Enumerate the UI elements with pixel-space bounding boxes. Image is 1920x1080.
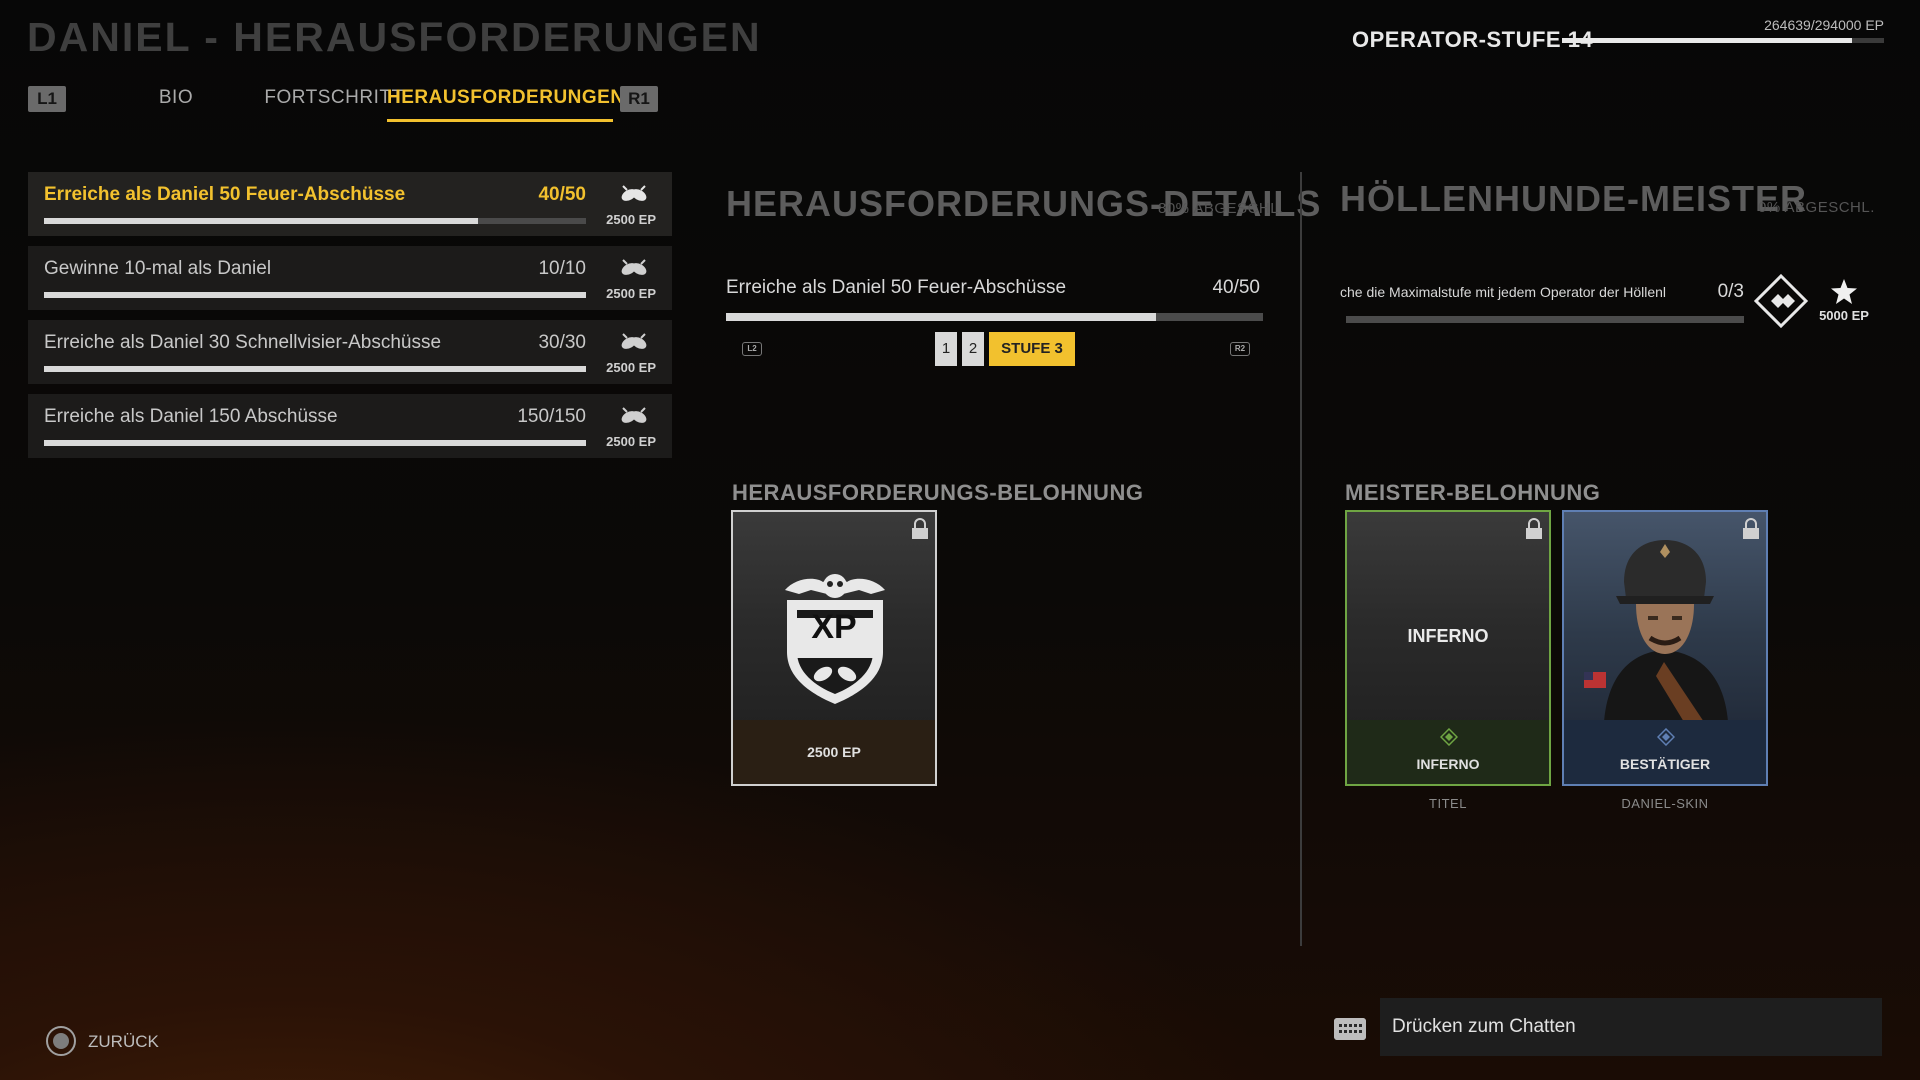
inferno-title-text: INFERNO bbox=[1407, 626, 1489, 646]
challenge-label: Erreiche als Daniel 30 Schnellvisier-Abs… bbox=[44, 332, 442, 353]
r2-button-hint[interactable]: R2 bbox=[1230, 342, 1250, 356]
skin-reward-type: DANIEL-SKIN bbox=[1621, 796, 1709, 811]
inferno-reward-type: TITEL bbox=[1429, 796, 1467, 811]
operator-level-label: OPERATOR-STUFE 14 bbox=[1352, 27, 1594, 52]
page-title: DANIEL - HERAUSFORDERUNGEN bbox=[27, 14, 762, 60]
challenge-label: Erreiche als Daniel 50 Feuer-Abschüsse bbox=[44, 184, 406, 205]
bombs-icon bbox=[621, 259, 647, 275]
master-challenge-label: che die Maximalstufe mit jedem Operator … bbox=[1340, 284, 1667, 300]
bombs-icon bbox=[621, 333, 647, 349]
bombs-icon bbox=[621, 185, 647, 201]
challenge-reward-xp: 2500 EP bbox=[606, 286, 656, 301]
challenge-count: 150/150 bbox=[517, 406, 586, 427]
details-progress-bar bbox=[726, 313, 1263, 321]
daniel-skin-card[interactable]: BESTÄTIGER bbox=[1562, 510, 1768, 786]
lock-icon bbox=[1526, 518, 1542, 539]
master-completion: 0% ABGESCHL. bbox=[1758, 199, 1875, 216]
challenge-progress-bar bbox=[44, 292, 586, 298]
operator-progress-bar bbox=[1562, 38, 1884, 43]
details-progress-fill bbox=[726, 313, 1156, 321]
master-reward-xp: 5000 EP bbox=[1819, 308, 1869, 323]
l2-button-hint[interactable]: L2 bbox=[742, 342, 762, 356]
challenge-reward-xp: 2500 EP bbox=[606, 212, 656, 227]
inferno-card-footer: INFERNO bbox=[1347, 720, 1549, 784]
challenge-count: 30/30 bbox=[538, 332, 586, 353]
xp-emblem-text: XP bbox=[811, 608, 857, 646]
skin-card-footer: BESTÄTIGER bbox=[1564, 720, 1766, 784]
challenge-label: Erreiche als Daniel 150 Abschüsse bbox=[44, 406, 338, 427]
circle-button-icon bbox=[46, 1026, 76, 1056]
challenge-progress-fill bbox=[44, 440, 586, 446]
tier-2-button[interactable]: 2 bbox=[962, 332, 984, 366]
r1-button-hint[interactable]: R1 bbox=[620, 86, 658, 112]
bombs-icon bbox=[621, 407, 647, 423]
tab-bar: L1 BIO FORTSCHRITT HERAUSFORDERUNGEN R1 bbox=[28, 84, 658, 124]
challenge-reward-xp: 2500 EP bbox=[606, 434, 656, 449]
tab-bio[interactable]: BIO bbox=[118, 84, 234, 122]
challenge-progress-fill bbox=[44, 218, 478, 224]
section-divider bbox=[1300, 172, 1302, 946]
master-reward-heading: MEISTER-BELOHNUNG bbox=[1345, 480, 1601, 505]
xp-reward-label: 2500 EP bbox=[733, 720, 935, 784]
operator-progress-fill bbox=[1562, 38, 1852, 43]
tab-herausforderungen[interactable]: HERAUSFORDERUNGEN bbox=[387, 84, 624, 122]
l1-button-hint[interactable]: L1 bbox=[28, 86, 66, 112]
operator-portrait-icon bbox=[1584, 540, 1728, 722]
challenge-progress-fill bbox=[44, 366, 586, 372]
back-label: ZURÜCK bbox=[88, 1032, 159, 1051]
inferno-reward-label: INFERNO bbox=[1416, 756, 1480, 772]
rarity-diamond-icon bbox=[1657, 728, 1675, 746]
details-challenge-label: Erreiche als Daniel 50 Feuer-Abschüsse bbox=[726, 277, 1067, 298]
lock-icon bbox=[912, 518, 928, 539]
master-title: HÖLLENHUNDE-MEISTER bbox=[1340, 178, 1807, 219]
tier-1-button[interactable]: 1 bbox=[935, 332, 957, 366]
challenge-progress-bar bbox=[44, 440, 586, 446]
challenge-item[interactable]: Erreiche als Daniel 50 Feuer-Abschüsse 4… bbox=[28, 172, 672, 236]
challenge-reward-heading: HERAUSFORDERUNGS-BELOHNUNG bbox=[732, 480, 1144, 505]
challenge-progress-fill bbox=[44, 292, 586, 298]
challenge-item[interactable]: Erreiche als Daniel 150 Abschüsse 150/15… bbox=[28, 394, 672, 458]
keyboard-icon bbox=[1334, 1018, 1366, 1040]
rarity-diamond-icon bbox=[1440, 728, 1458, 746]
chat-input[interactable]: Drücken zum Chatten bbox=[1380, 998, 1882, 1056]
inferno-title-card[interactable]: INFERNO INFERNO bbox=[1345, 510, 1551, 786]
challenge-reward-xp: 2500 EP bbox=[606, 360, 656, 375]
skin-reward-label: BESTÄTIGER bbox=[1619, 756, 1711, 772]
challenge-progress-bar bbox=[44, 218, 586, 224]
challenge-count: 40/50 bbox=[538, 184, 586, 205]
challenge-label: Gewinne 10-mal als Daniel bbox=[44, 258, 272, 279]
tier-3-button[interactable]: STUFE 3 bbox=[989, 332, 1075, 366]
challenge-count: 10/10 bbox=[538, 258, 586, 279]
challenge-item[interactable]: Gewinne 10-mal als Daniel 10/10 2500 EP bbox=[28, 246, 672, 310]
challenge-progress-bar bbox=[44, 366, 586, 372]
master-challenge-count: 0/3 bbox=[1717, 281, 1744, 302]
details-completion: 80% ABGESCHL. bbox=[1158, 200, 1284, 217]
challenge-item[interactable]: Erreiche als Daniel 30 Schnellvisier-Abs… bbox=[28, 320, 672, 384]
operator-xp-text: 264639/294000 EP bbox=[1764, 17, 1884, 33]
master-progress-bar bbox=[1346, 316, 1744, 323]
master-diamond-icon bbox=[1754, 274, 1808, 328]
details-challenge-count: 40/50 bbox=[1212, 277, 1260, 298]
xp-reward-card[interactable]: XP 2500 EP bbox=[731, 510, 937, 786]
star-icon bbox=[1831, 279, 1857, 304]
